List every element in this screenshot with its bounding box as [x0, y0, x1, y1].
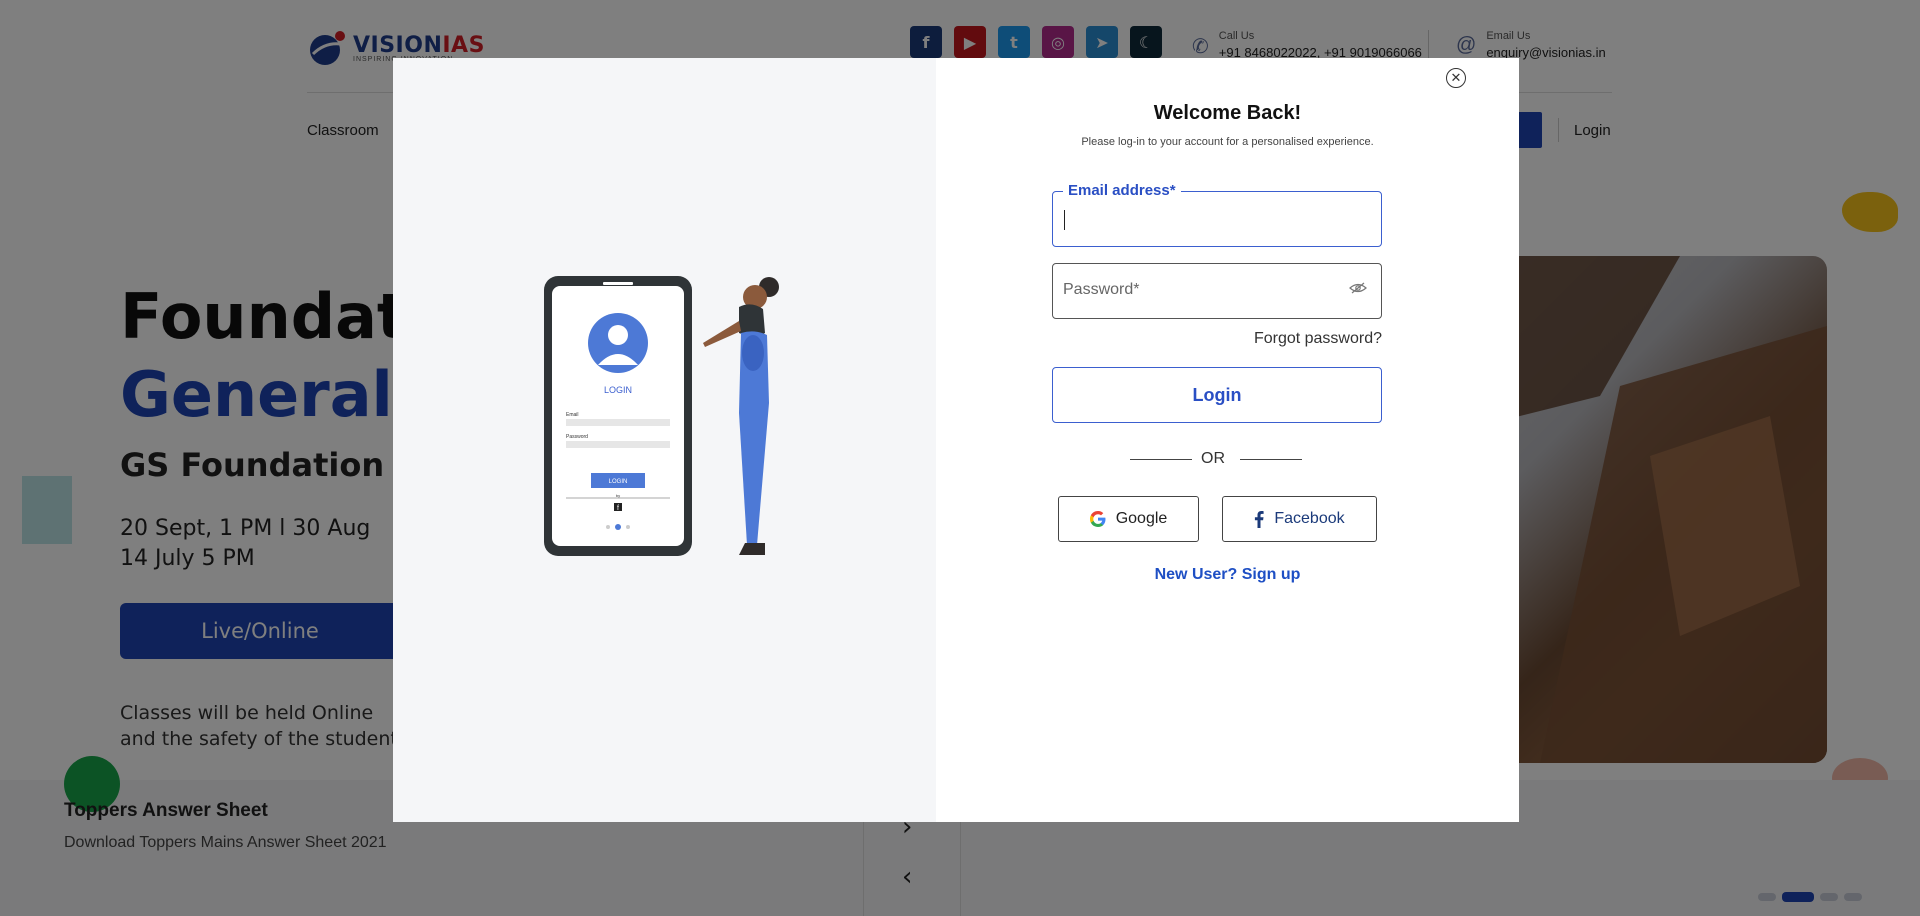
google-icon — [1089, 511, 1106, 527]
email-field-label: Email address* — [1063, 182, 1181, 199]
login-illustration: LOGIN Email Password LOGIN by f — [544, 276, 779, 556]
google-login-button[interactable]: Google — [1058, 496, 1199, 542]
facebook-button-label: Facebook — [1274, 510, 1345, 527]
text-caret — [1064, 210, 1065, 230]
illustration-email-label: Email — [566, 412, 579, 418]
close-icon[interactable]: ✕ — [1446, 68, 1466, 88]
login-modal: LOGIN Email Password LOGIN by f ✕ Welcom… — [393, 58, 1519, 822]
modal-title: Welcome Back! — [1153, 102, 1302, 124]
illustration-by-text: by — [616, 493, 620, 498]
or-divider-right — [1240, 459, 1302, 460]
illustration-login-button: LOGIN — [609, 479, 628, 485]
facebook-icon — [1255, 510, 1264, 528]
illustration-login-title: LOGIN — [604, 385, 632, 395]
modal-illustration-panel: LOGIN Email Password LOGIN by f — [393, 58, 936, 822]
email-field[interactable] — [1052, 191, 1382, 247]
google-button-label: Google — [1115, 510, 1168, 527]
or-divider-left — [1130, 459, 1192, 460]
signup-link[interactable]: New User? Sign up — [936, 566, 1519, 584]
illustration-fb-glyph: f — [617, 505, 619, 512]
password-placeholder: Password* — [1063, 281, 1140, 298]
or-text: OR — [1201, 450, 1225, 467]
modal-subtitle: Please log-in to your account for a pers… — [1081, 136, 1374, 148]
eye-slash-icon[interactable] — [1349, 281, 1367, 300]
forgot-password-link[interactable]: Forgot password? — [1252, 330, 1382, 348]
facebook-login-button[interactable]: Facebook — [1222, 496, 1377, 542]
illustration-password-label: Password — [566, 434, 588, 440]
login-button[interactable]: Login — [1052, 367, 1382, 423]
